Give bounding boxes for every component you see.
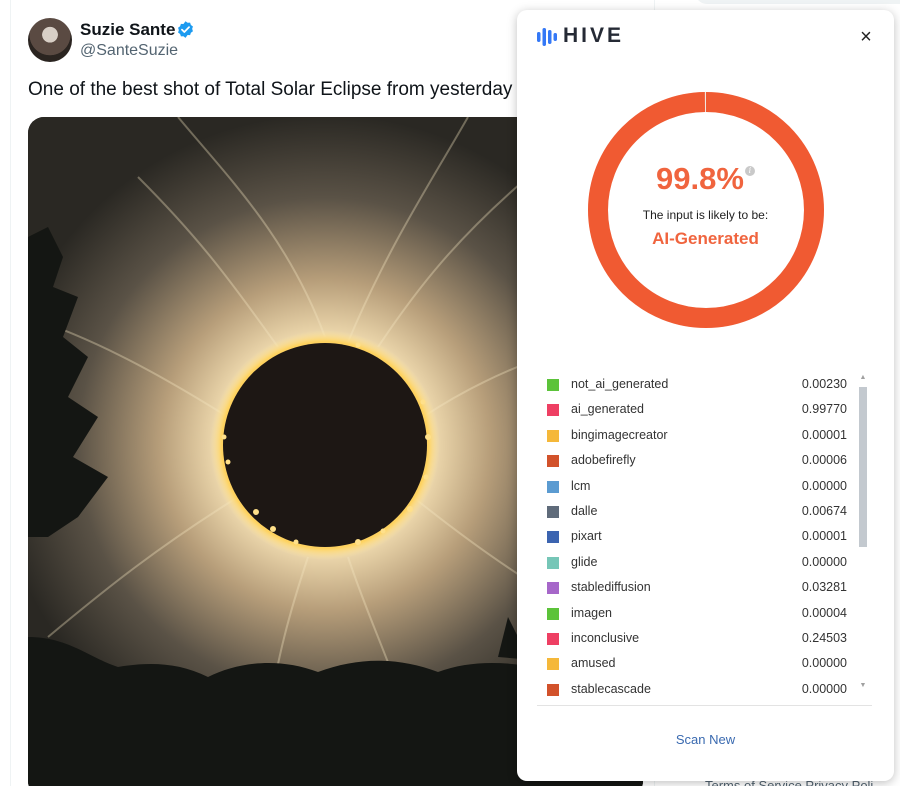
result-row: adobefirefly 0.00006 bbox=[537, 449, 855, 474]
result-row: amused 0.00000 bbox=[537, 652, 855, 677]
color-swatch bbox=[547, 658, 559, 671]
result-row: pixart 0.00001 bbox=[537, 525, 855, 550]
avatar[interactable] bbox=[28, 18, 72, 62]
color-swatch bbox=[547, 404, 559, 417]
search-box[interactable] bbox=[695, 0, 900, 4]
result-row: not_ai_generated 0.00230 bbox=[537, 373, 855, 398]
result-row: stablediffusion 0.03281 bbox=[537, 576, 855, 601]
info-icon[interactable]: i bbox=[744, 166, 755, 176]
close-button[interactable]: × bbox=[855, 26, 877, 48]
result-value: 0.00001 bbox=[801, 427, 847, 442]
result-scrollbar[interactable]: ▲ ▼ bbox=[856, 373, 870, 693]
color-swatch bbox=[547, 455, 559, 468]
color-swatch bbox=[547, 480, 559, 493]
result-label: adobefirefly bbox=[571, 453, 636, 468]
handle[interactable]: @SanteSuzie bbox=[80, 42, 178, 60]
color-swatch bbox=[547, 683, 559, 696]
result-row: stablecascade 0.00000 bbox=[537, 678, 855, 703]
result-value: 0.99770 bbox=[801, 402, 847, 417]
color-swatch bbox=[547, 607, 559, 620]
result-row: glide 0.00000 bbox=[537, 551, 855, 576]
result-row: imagen 0.00004 bbox=[537, 602, 855, 627]
result-value: 0.00230 bbox=[801, 377, 847, 391]
result-row: dalle 0.00674 bbox=[537, 500, 855, 525]
color-swatch bbox=[547, 429, 559, 442]
score-value: 99.8% bbox=[656, 161, 744, 196]
result-label: stablediffusion bbox=[571, 580, 651, 595]
color-swatch bbox=[547, 582, 559, 595]
result-label: stablecascade bbox=[571, 681, 651, 696]
result-label: imagen bbox=[571, 605, 612, 620]
result-label: dalle bbox=[571, 503, 598, 518]
verified-badge-icon bbox=[178, 21, 193, 38]
result-label: lcm bbox=[571, 478, 591, 493]
scroll-down-icon[interactable]: ▼ bbox=[858, 681, 868, 691]
hive-logo: HIVE bbox=[537, 24, 625, 47]
result-value: 0.00674 bbox=[801, 503, 847, 518]
tweet-text: One of the best shot of Total Solar Ecli… bbox=[28, 79, 513, 100]
result-value: 0.00006 bbox=[801, 453, 847, 468]
result-label: amused bbox=[571, 656, 616, 671]
result-value: 0.00000 bbox=[801, 554, 847, 569]
result-label: inconclusive bbox=[571, 630, 640, 645]
hive-bars-icon bbox=[537, 28, 557, 46]
color-swatch bbox=[547, 531, 559, 544]
result-label: bingimagecreator bbox=[571, 427, 668, 442]
scroll-up-icon[interactable]: ▲ bbox=[858, 373, 868, 383]
result-row: bingimagecreator 0.00001 bbox=[537, 424, 855, 449]
result-label: not_ai_generated bbox=[571, 377, 669, 391]
result-value: 0.00000 bbox=[801, 656, 847, 671]
divider bbox=[537, 705, 872, 706]
color-swatch bbox=[547, 632, 559, 645]
hive-popup: HIVE × 99.8% i The input is likely to be:… bbox=[517, 10, 894, 781]
scroll-thumb[interactable] bbox=[859, 387, 867, 547]
result-label: pixart bbox=[571, 529, 602, 544]
result-row: inconclusive 0.24503 bbox=[537, 627, 855, 652]
result-row: lcm 0.00000 bbox=[537, 475, 855, 500]
result-value: 0.00001 bbox=[801, 529, 847, 544]
result-value: 0.00000 bbox=[801, 478, 847, 493]
verdict: AI-Generated bbox=[652, 229, 759, 248]
score: 99.8% i bbox=[517, 161, 894, 197]
result-label: glide bbox=[571, 554, 598, 569]
result-value: 0.00004 bbox=[801, 605, 847, 620]
result-row: ai_generated 0.99770 bbox=[537, 398, 855, 423]
likely-label: The input is likely to be: bbox=[642, 208, 769, 222]
result-label: ai_generated bbox=[571, 402, 644, 417]
result-value: 0.24503 bbox=[801, 630, 847, 645]
color-swatch bbox=[547, 505, 559, 518]
hive-brand: HIVE bbox=[563, 24, 625, 47]
display-name[interactable]: Suzie Sante bbox=[80, 20, 175, 40]
scan-new-button[interactable]: Scan New bbox=[517, 732, 894, 747]
color-swatch bbox=[547, 556, 559, 569]
color-swatch bbox=[547, 379, 559, 391]
result-value: 0.00000 bbox=[801, 681, 847, 696]
result-value: 0.03281 bbox=[801, 580, 847, 595]
result-list[interactable]: not_ai_generated 0.00230 ai_generated 0.997… bbox=[537, 373, 855, 703]
